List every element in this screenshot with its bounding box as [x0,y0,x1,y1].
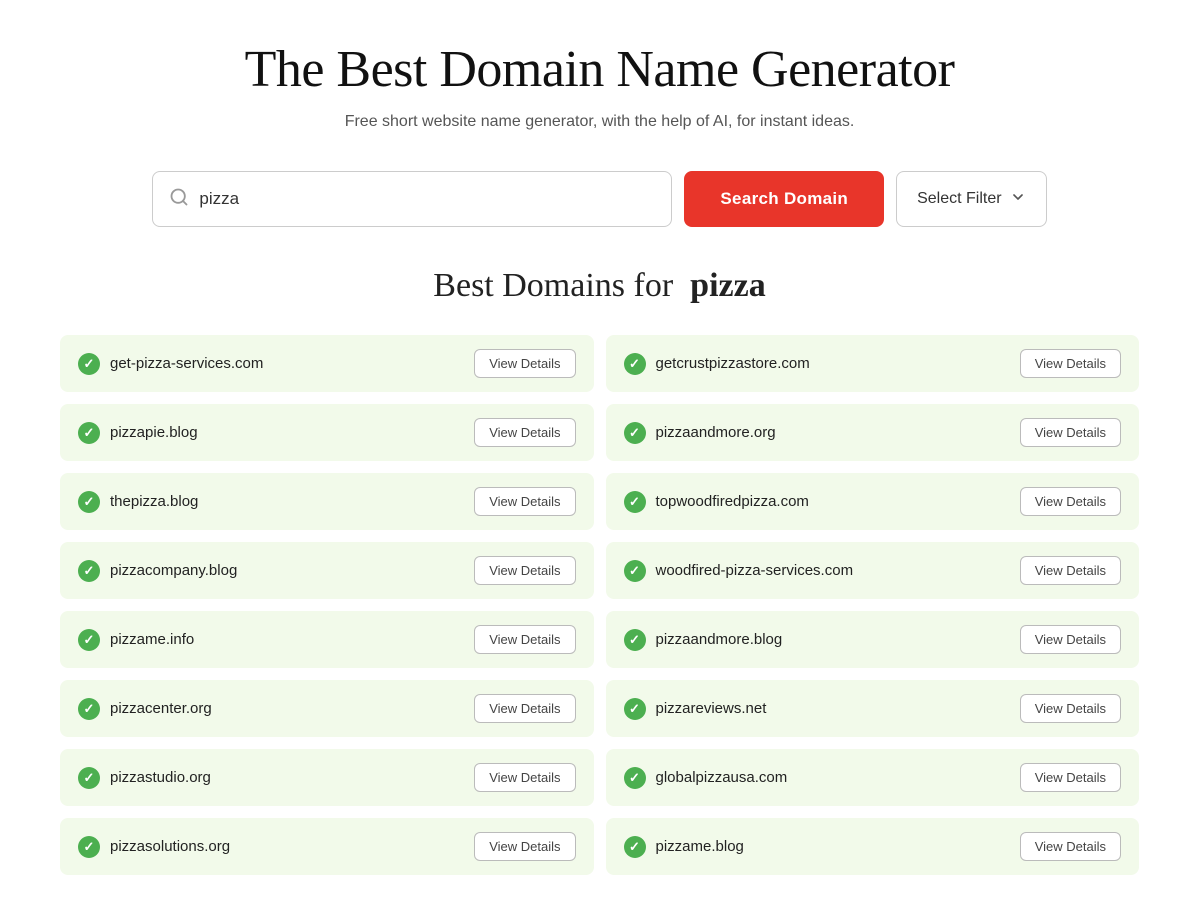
domain-name: pizzareviews.net [656,700,767,717]
domain-left: pizzacenter.org [78,698,212,720]
page-subtitle: Free short website name generator, with … [60,113,1139,131]
view-details-button[interactable]: View Details [474,487,575,516]
view-details-button[interactable]: View Details [474,418,575,447]
view-details-button[interactable]: View Details [1020,418,1121,447]
domain-item: getcrustpizzastore.com View Details [606,335,1140,392]
domain-left: getcrustpizzastore.com [624,353,810,375]
domain-left: get-pizza-services.com [78,353,263,375]
available-icon [624,560,646,582]
view-details-button[interactable]: View Details [1020,556,1121,585]
search-domain-button[interactable]: Search Domain [684,171,884,227]
domain-left: pizzasolutions.org [78,836,230,858]
view-details-button[interactable]: View Details [1020,487,1121,516]
domain-name: getcrustpizzastore.com [656,355,810,372]
domain-item: get-pizza-services.com View Details [60,335,594,392]
domain-name: pizzame.blog [656,838,744,855]
domain-name: pizzastudio.org [110,769,211,786]
available-icon [624,422,646,444]
available-icon [78,698,100,720]
domain-item: pizzame.blog View Details [606,818,1140,875]
view-details-button[interactable]: View Details [1020,694,1121,723]
domain-name: topwoodfiredpizza.com [656,493,809,510]
available-icon [624,698,646,720]
domain-item: pizzacenter.org View Details [60,680,594,737]
available-icon [78,836,100,858]
results-title-prefix: Best Domains for [433,267,673,304]
domain-left: pizzareviews.net [624,698,767,720]
search-box [152,171,672,227]
domain-name: pizzacompany.blog [110,562,237,579]
domain-left: pizzaandmore.org [624,422,776,444]
results-title: Best Domains for pizza [60,267,1139,305]
view-details-button[interactable]: View Details [474,694,575,723]
domain-left: pizzastudio.org [78,767,211,789]
view-details-button[interactable]: View Details [1020,625,1121,654]
select-filter-button[interactable]: Select Filter [896,171,1046,227]
available-icon [624,836,646,858]
search-icon [169,187,189,212]
view-details-button[interactable]: View Details [474,556,575,585]
domain-item: pizzaandmore.blog View Details [606,611,1140,668]
results-title-keyword: pizza [690,267,766,304]
domain-left: pizzame.info [78,629,194,651]
view-details-button[interactable]: View Details [1020,763,1121,792]
domain-item: pizzareviews.net View Details [606,680,1140,737]
domain-name: pizzapie.blog [110,424,198,441]
domain-item: pizzame.info View Details [60,611,594,668]
header-section: The Best Domain Name Generator Free shor… [60,40,1139,131]
domain-left: thepizza.blog [78,491,198,513]
domain-name: get-pizza-services.com [110,355,263,372]
available-icon [78,353,100,375]
domain-left: pizzame.blog [624,836,744,858]
domain-name: woodfired-pizza-services.com [656,562,854,579]
search-section: Search Domain Select Filter [60,171,1139,227]
domain-name: pizzasolutions.org [110,838,230,855]
view-details-button[interactable]: View Details [1020,349,1121,378]
domain-item: pizzaandmore.org View Details [606,404,1140,461]
results-section: Best Domains for pizza get-pizza-service… [60,267,1139,875]
search-input[interactable] [199,189,655,209]
available-icon [624,767,646,789]
domain-left: pizzacompany.blog [78,560,237,582]
domain-item: pizzasolutions.org View Details [60,818,594,875]
domain-name: pizzacenter.org [110,700,212,717]
domain-left: topwoodfiredpizza.com [624,491,809,513]
domain-item: woodfired-pizza-services.com View Detail… [606,542,1140,599]
domains-grid: get-pizza-services.com View Details getc… [60,335,1139,875]
domain-left: pizzaandmore.blog [624,629,783,651]
available-icon [78,422,100,444]
available-icon [624,629,646,651]
filter-label: Select Filter [917,190,1001,208]
chevron-down-icon [1010,189,1026,210]
view-details-button[interactable]: View Details [474,349,575,378]
available-icon [624,353,646,375]
domain-item: pizzacompany.blog View Details [60,542,594,599]
available-icon [78,560,100,582]
view-details-button[interactable]: View Details [474,625,575,654]
domain-name: pizzame.info [110,631,194,648]
domain-item: pizzastudio.org View Details [60,749,594,806]
domain-left: woodfired-pizza-services.com [624,560,854,582]
view-details-button[interactable]: View Details [474,763,575,792]
domain-name: pizzaandmore.org [656,424,776,441]
domain-left: pizzapie.blog [78,422,198,444]
available-icon [78,491,100,513]
domain-item: pizzapie.blog View Details [60,404,594,461]
domain-name: globalpizzausa.com [656,769,788,786]
domain-name: thepizza.blog [110,493,198,510]
page-title: The Best Domain Name Generator [60,40,1139,99]
page-wrapper: The Best Domain Name Generator Free shor… [0,0,1199,915]
domain-name: pizzaandmore.blog [656,631,783,648]
domain-item: thepizza.blog View Details [60,473,594,530]
available-icon [78,767,100,789]
domain-left: globalpizzausa.com [624,767,788,789]
available-icon [78,629,100,651]
available-icon [624,491,646,513]
domain-item: globalpizzausa.com View Details [606,749,1140,806]
domain-item: topwoodfiredpizza.com View Details [606,473,1140,530]
view-details-button[interactable]: View Details [1020,832,1121,861]
view-details-button[interactable]: View Details [474,832,575,861]
